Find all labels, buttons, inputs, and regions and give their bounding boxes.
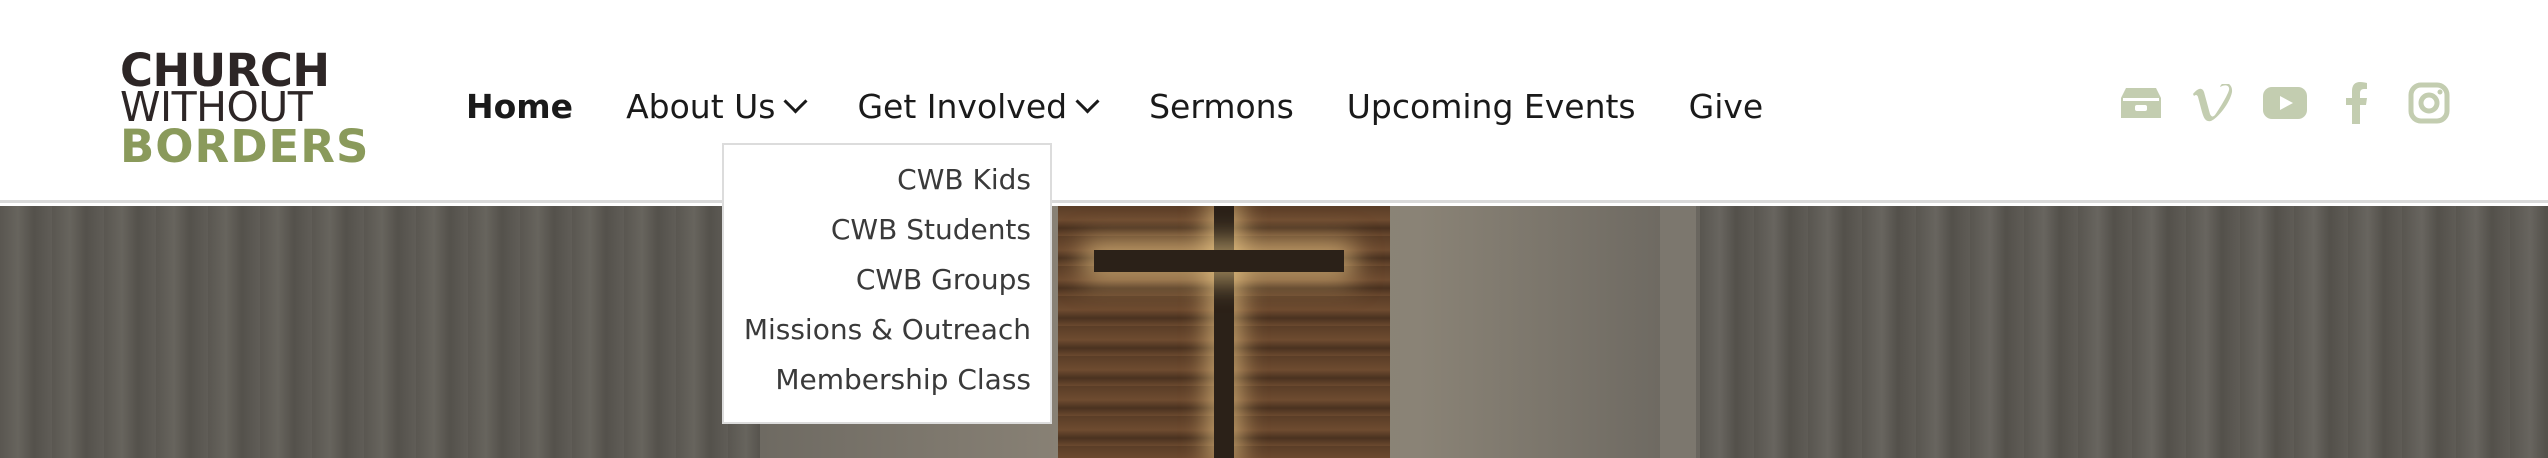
nav-item-label: About Us bbox=[626, 86, 776, 126]
nav-item-give[interactable]: Give bbox=[1689, 87, 1764, 126]
instagram-icon[interactable] bbox=[2406, 80, 2452, 126]
hero-cross-vertical bbox=[1214, 206, 1234, 458]
nav-item-label: Upcoming Events bbox=[1346, 86, 1636, 126]
main-nav: Home About Us Get Involved Sermons Upcom… bbox=[466, 84, 1816, 128]
dropdown-item-missions-outreach[interactable]: Missions & Outreach bbox=[724, 313, 1050, 363]
hero-curtain-right bbox=[1700, 206, 2548, 458]
dropdown-item-membership-class[interactable]: Membership Class bbox=[724, 363, 1050, 413]
dropdown-item-cwb-students[interactable]: CWB Students bbox=[724, 213, 1050, 263]
hero-cross-horizontal bbox=[1094, 250, 1344, 272]
site-logo[interactable]: CHURCH WITHOUT BORDERS bbox=[120, 44, 370, 173]
nav-item-home[interactable]: Home bbox=[466, 87, 573, 126]
hero-curtain-left bbox=[0, 206, 820, 458]
chevron-down-icon bbox=[783, 88, 808, 114]
nav-item-label: Sermons bbox=[1149, 86, 1294, 126]
chevron-down-icon bbox=[1075, 88, 1100, 114]
nav-item-sermons[interactable]: Sermons bbox=[1149, 87, 1294, 126]
facebook-icon[interactable] bbox=[2334, 80, 2380, 126]
logo-line-borders: BORDERS bbox=[120, 120, 370, 173]
youtube-icon[interactable] bbox=[2262, 80, 2308, 126]
nav-item-label: Give bbox=[1688, 86, 1764, 126]
hero-pillar bbox=[1660, 206, 1696, 458]
nav-item-label: Home bbox=[466, 86, 574, 126]
tithely-icon[interactable] bbox=[2118, 80, 2164, 126]
social-links bbox=[2118, 80, 2452, 126]
hero-image bbox=[0, 206, 2548, 458]
logo-line-church: CHURCH bbox=[120, 44, 330, 97]
site-header: CHURCH WITHOUT BORDERS Home About Us Get… bbox=[0, 0, 2548, 203]
dropdown-item-cwb-kids[interactable]: CWB Kids bbox=[724, 163, 1050, 213]
nav-item-label: Get Involved bbox=[857, 86, 1068, 126]
nav-item-get-involved[interactable]: Get Involved bbox=[857, 86, 1100, 126]
nav-item-about-us[interactable]: About Us bbox=[626, 86, 808, 126]
nav-item-upcoming-events[interactable]: Upcoming Events bbox=[1347, 87, 1636, 126]
get-involved-dropdown: CWB Kids CWB Students CWB Groups Mission… bbox=[722, 143, 1052, 424]
vimeo-icon[interactable] bbox=[2190, 80, 2236, 126]
dropdown-item-cwb-groups[interactable]: CWB Groups bbox=[724, 263, 1050, 313]
